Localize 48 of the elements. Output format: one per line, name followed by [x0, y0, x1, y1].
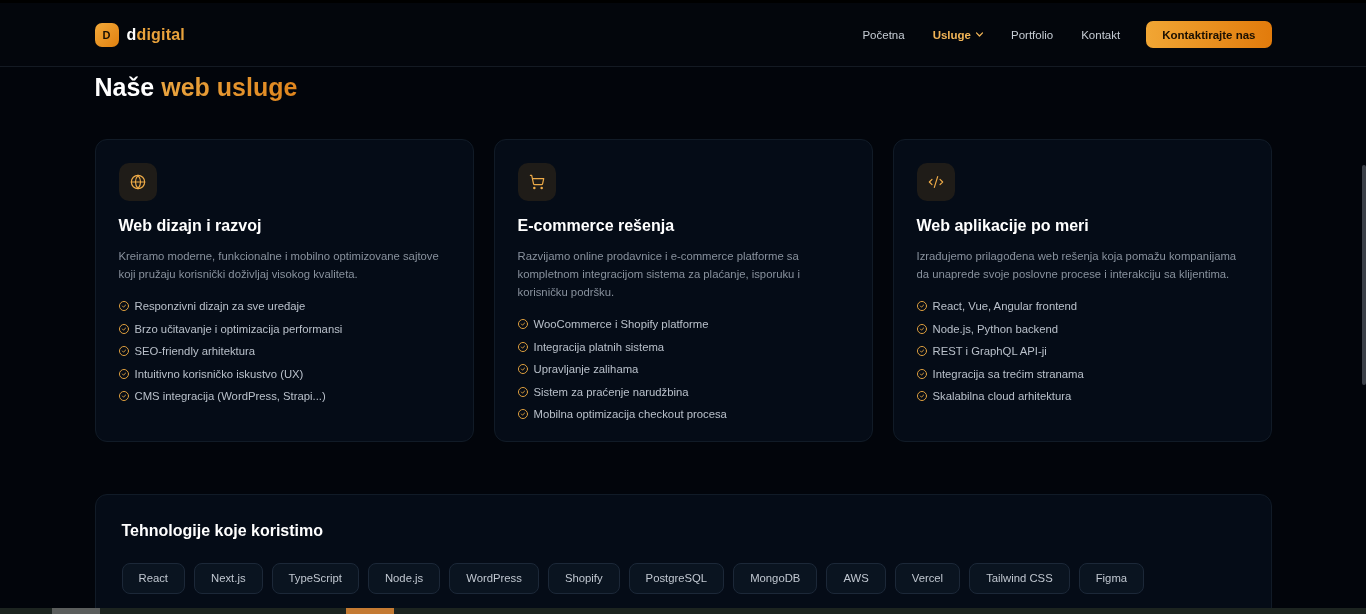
feature-text: SEO-friendly arhitektura: [134, 344, 256, 359]
taskbar-button[interactable]: [52, 608, 100, 614]
feature-text: React, Vue, Angular frontend: [932, 299, 1078, 314]
technology-tag: AWS: [826, 562, 886, 594]
technology-tag: PostgreSQL: [628, 562, 725, 594]
technology-tag: Tailwind CSS: [969, 562, 1070, 594]
nav-link[interactable]: Usluge: [932, 28, 983, 41]
contact-button[interactable]: Kontaktirajte nas: [1146, 21, 1272, 48]
card-title: Web dizajn i razvoj: [118, 216, 263, 236]
technology-tag: Next.js: [194, 562, 263, 594]
nav-link[interactable]: Kontakt: [1081, 28, 1121, 41]
cart-icon: [517, 163, 556, 201]
logo-text[interactable]: ddigital: [126, 25, 185, 44]
feature-text: WooCommerce i Shopify platforme: [533, 317, 709, 332]
technology-tag: Node.js: [367, 562, 441, 594]
scrollbar-thumb[interactable]: [1362, 165, 1366, 385]
nav-link[interactable]: Početna: [862, 28, 905, 41]
technology-tag: WordPress: [449, 562, 539, 594]
feature-text: Intuitivno korisničko iskustvo (UX): [134, 366, 304, 382]
feature-text: CMS integracija (WordPress, Strapi...): [134, 389, 326, 404]
feature-text: Integracija platnih sistema: [533, 339, 665, 355]
code-icon: [916, 163, 955, 201]
technology-tag: Shopify: [547, 562, 620, 594]
card-description: Kreiramo moderne, funkcionalne i mobilno optimizovane sajtove koji pružaju korisnički doživljaj visokog kvaliteta.: [118, 249, 440, 282]
feature-text: Upravljanje zalihama: [533, 362, 639, 377]
nav-link[interactable]: Portfolio: [1011, 28, 1054, 41]
feature-text: Mobilna optimizacija checkout procesa: [533, 407, 727, 422]
technology-tag: React: [121, 562, 185, 594]
card-description: Razvijamo online prodavnice i e-commerce platforme sa kompletnom integracijom sistema za plaćanje, isporuku i korisničku podršku.: [517, 249, 802, 300]
card-title: E-commerce rešenja: [517, 216, 676, 236]
panel-title: Tehnologije koje koristimo: [121, 520, 324, 541]
logo-mark[interactable]: D: [94, 22, 119, 47]
taskbar-button[interactable]: [346, 608, 394, 614]
feature-text: REST i GraphQL API-ji: [932, 344, 1047, 359]
technology-tag: Vercel: [894, 562, 961, 594]
feature-text: Responzivni dizajn za sve uređaje: [134, 299, 306, 314]
globe-icon: [118, 163, 157, 201]
technology-tag: MongoDB: [733, 562, 818, 594]
feature-text: Integracija sa trećim stranama: [932, 366, 1084, 382]
feature-text: Brzo učitavanje i optimizacija performansi: [134, 321, 343, 337]
feature-text: Sistem za praćenje narudžbina: [533, 384, 689, 400]
technology-tag: TypeScript: [271, 562, 359, 594]
feature-text: Skalabilna cloud arhitektura: [932, 389, 1072, 404]
card-description: Izrađujemo prilagođena web rešenja koja pomažu kompanijama da unaprede svoje poslovne procese i interakciju sa klijentima.: [916, 249, 1238, 282]
card-title: Web aplikacije po meri: [916, 216, 1090, 236]
chevron-down-icon: [976, 32, 983, 37]
feature-text: Node.js, Python backend: [932, 321, 1059, 337]
technology-tag: Figma: [1078, 562, 1145, 594]
